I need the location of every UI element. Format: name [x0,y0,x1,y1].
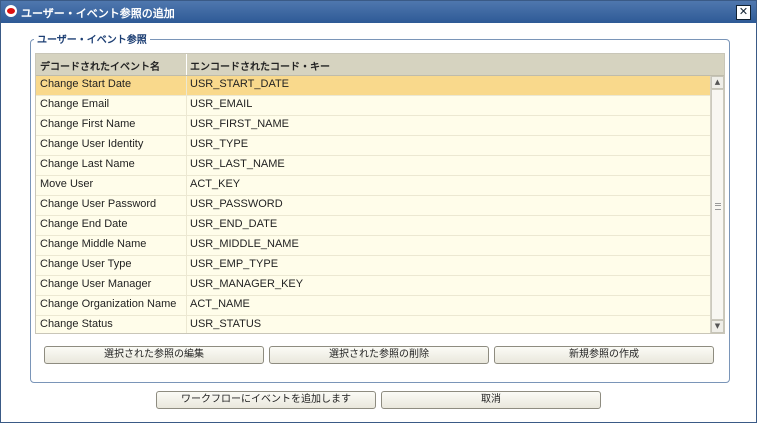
table-row[interactable]: Change User Password USR_PASSWORD [36,196,711,216]
column-separator [186,196,187,215]
edit-reference-button[interactable]: 選択された参照の編集 [44,346,264,364]
decoded-event-cell: Change Email [40,98,110,110]
column-separator [186,296,187,315]
decoded-event-cell: Change User Password [40,198,157,210]
table-row[interactable]: Move User ACT_KEY [36,176,711,196]
encoded-key-cell: USR_EMP_TYPE [190,258,279,270]
decoded-event-cell: Change User Manager [40,278,152,290]
decoded-event-cell: Change Status [40,318,113,330]
encoded-key-cell: USR_LAST_NAME [190,158,285,170]
column-separator [186,236,187,255]
table-row[interactable]: Change User Type USR_EMP_TYPE [36,256,711,276]
add-event-to-workflow-button[interactable]: ワークフローにイベントを追加します [156,391,376,409]
encoded-key-cell: USR_TYPE [190,138,249,150]
decoded-event-cell: Change First Name [40,118,136,130]
column-separator [186,216,187,235]
group-legend: ユーザー・イベント参照 [34,31,150,46]
encoded-key-cell: USR_STATUS [190,318,262,330]
decoded-event-cell: Change Middle Name [40,238,147,250]
column-separator [186,176,187,195]
new-reference-button[interactable]: 新規参照の作成 [494,346,714,364]
column-separator [186,276,187,295]
column-separator [186,156,187,175]
column-header-decoded-event[interactable]: デコードされたイベント名 [40,58,160,73]
table-header: デコードされたイベント名 エンコードされたコード・キー [36,54,724,76]
encoded-key-cell: USR_EMAIL [190,98,253,110]
decoded-event-cell: Move User [40,178,94,190]
column-separator [186,76,187,95]
title-bar: ユーザー・イベント参照の追加 ✕ [1,1,756,23]
scrollbar-thumb[interactable] [711,89,724,320]
table-row[interactable]: Change First Name USR_FIRST_NAME [36,116,711,136]
scroll-down-arrow-icon[interactable]: ▼ [711,320,724,333]
table-row[interactable]: Change Middle Name USR_MIDDLE_NAME [36,236,711,256]
encoded-key-cell: USR_FIRST_NAME [190,118,290,130]
delete-reference-button[interactable]: 選択された参照の削除 [269,346,489,364]
cancel-button[interactable]: 取消 [381,391,601,409]
table-row[interactable]: Change Status USR_STATUS [36,316,711,333]
table-body: Change Start Date USR_START_DATE Change Em… [36,76,711,333]
app-logo-icon [5,5,17,17]
column-separator [186,54,187,75]
dialog-window: ユーザー・イベント参照の追加 ✕ ユーザー・イベント参照 デコードされたイベント… [0,0,757,423]
decoded-event-cell: Change Organization Name [40,298,177,310]
table-row[interactable]: Change End Date USR_END_DATE [36,216,711,236]
table-row[interactable]: Change User Identity USR_TYPE [36,136,711,156]
dialog-title: ユーザー・イベント参照の追加 [21,7,175,20]
event-reference-table: デコードされたイベント名 エンコードされたコード・キー Change Start… [35,53,725,334]
column-header-encoded-key[interactable]: エンコードされたコード・キー [190,58,330,73]
table-row[interactable]: Change User Manager USR_MANAGER_KEY [36,276,711,296]
encoded-key-cell: USR_MANAGER_KEY [190,278,304,290]
encoded-key-cell: USR_MIDDLE_NAME [190,238,299,250]
decoded-event-cell: Change Start Date [40,78,132,90]
table-row[interactable]: Change Last Name USR_LAST_NAME [36,156,711,176]
encoded-key-cell: USR_END_DATE [190,218,278,230]
scroll-up-arrow-icon[interactable]: ▲ [711,76,724,89]
grip-icon [715,203,721,210]
vertical-scrollbar[interactable]: ▲ ▼ [710,76,724,333]
column-separator [186,256,187,275]
column-separator [186,316,187,333]
column-separator [186,116,187,135]
column-separator [186,96,187,115]
encoded-key-cell: ACT_KEY [190,178,241,190]
encoded-key-cell: USR_START_DATE [190,78,290,90]
encoded-key-cell: USR_PASSWORD [190,198,283,210]
close-button[interactable]: ✕ [736,5,751,20]
decoded-event-cell: Change Last Name [40,158,135,170]
decoded-event-cell: Change User Identity [40,138,144,150]
table-row[interactable]: Change Start Date USR_START_DATE [36,76,711,96]
table-row[interactable]: Change Email USR_EMAIL [36,96,711,116]
decoded-event-cell: Change User Type [40,258,132,270]
table-row[interactable]: Change Organization Name ACT_NAME [36,296,711,316]
decoded-event-cell: Change End Date [40,218,128,230]
column-separator [186,136,187,155]
encoded-key-cell: ACT_NAME [190,298,250,310]
